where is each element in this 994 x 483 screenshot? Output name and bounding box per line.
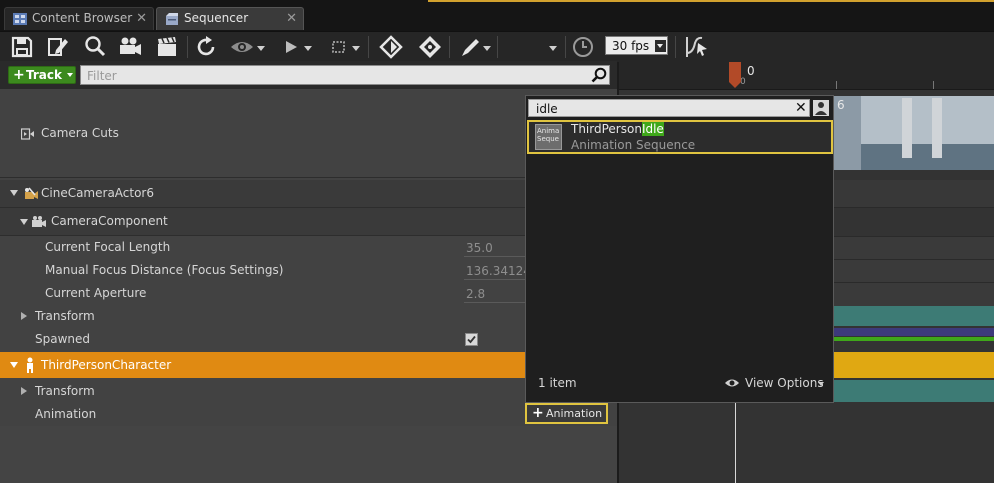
search-icon [591, 67, 607, 83]
result-count: 1 item [538, 376, 577, 390]
property-value[interactable]: 35.0 [466, 241, 493, 255]
camera-cut-thumbnail[interactable]: 6 [834, 96, 994, 170]
thumbnail-text: Anima Seque [537, 127, 560, 143]
asset-search-field[interactable]: ✕ [528, 99, 810, 117]
curve-editor-icon[interactable] [684, 35, 710, 61]
transform-section[interactable] [834, 380, 994, 402]
chevron-down-icon [655, 40, 666, 52]
create-camera-icon[interactable] [156, 35, 180, 61]
selection-icon[interactable] [330, 35, 348, 61]
keyframe-icon[interactable] [379, 35, 403, 61]
sequencer-icon [165, 13, 179, 26]
chevron-down-icon [67, 73, 73, 77]
sequencer-toolbar: 30 fps [0, 31, 994, 93]
track-lane[interactable] [834, 259, 994, 283]
fps-value: 30 fps [612, 39, 650, 53]
expand-arrow-icon[interactable] [20, 219, 28, 225]
chevron-down-icon[interactable] [304, 46, 312, 51]
result-type: Animation Sequence [571, 138, 696, 152]
save-icon[interactable] [10, 35, 34, 61]
spawned-label: Spawned [35, 332, 91, 346]
transform-label: Transform [35, 384, 95, 398]
add-animation-label: Animation [546, 407, 603, 420]
chevron-down-icon[interactable] [257, 46, 265, 51]
tab-label: Sequencer [184, 11, 249, 25]
outliner-empty-area [0, 426, 617, 483]
tab-content-browser[interactable]: Content Browser ✕ [4, 7, 154, 30]
track-lane[interactable] [834, 282, 994, 306]
result-name-match: Idle [641, 122, 664, 136]
visibility-icon[interactable] [230, 35, 254, 61]
filter-field[interactable] [80, 65, 610, 85]
add-animation-button[interactable]: + Animation [525, 403, 608, 424]
camera-cuts-label: Camera Cuts [41, 126, 119, 140]
play-icon[interactable] [283, 35, 301, 61]
expand-arrow-icon[interactable] [10, 362, 18, 368]
asset-search-input[interactable] [534, 101, 788, 117]
property-label: Manual Focus Distance (Focus Settings) [45, 263, 284, 277]
camera-component-icon [31, 214, 47, 230]
property-value[interactable]: 136.341248 [466, 264, 527, 278]
camera-cut-label: 6 [837, 98, 845, 112]
save-as-icon[interactable] [46, 35, 70, 61]
property-value[interactable]: 2.8 [466, 287, 485, 301]
result-name: ThirdPersonIdle [571, 122, 664, 136]
add-track-button[interactable]: + Track [8, 66, 76, 84]
render-movie-icon[interactable] [118, 35, 142, 61]
spawned-section[interactable] [834, 328, 994, 336]
tab-label: Content Browser [32, 11, 133, 25]
tab-sequencer[interactable]: Sequencer ✕ [156, 7, 304, 30]
plus-icon: + [13, 67, 25, 83]
chevron-down-icon[interactable] [483, 46, 491, 51]
fps-select[interactable]: 30 fps [605, 36, 668, 55]
transform-icon[interactable] [418, 35, 442, 61]
expand-arrow-icon[interactable] [10, 190, 18, 196]
refresh-icon[interactable] [195, 35, 219, 61]
tab-bar: Content Browser ✕ Sequencer ✕ [0, 0, 994, 31]
property-label: Current Focal Length [45, 240, 171, 254]
content-browser-icon [13, 13, 27, 25]
expand-arrow-icon[interactable] [21, 312, 27, 320]
find-asset-icon[interactable] [83, 35, 107, 61]
cine-camera-icon [23, 186, 39, 202]
clear-search-icon[interactable]: ✕ [795, 100, 807, 116]
chevron-down-icon[interactable] [818, 382, 824, 386]
user-filter-icon[interactable] [813, 100, 829, 116]
camera-component-label: CameraComponent [51, 214, 168, 228]
playhead-line [735, 403, 736, 483]
track-lane[interactable] [834, 236, 994, 260]
property-label: Current Aperture [45, 286, 147, 300]
chevron-down-icon[interactable] [352, 46, 360, 51]
filter-input[interactable] [85, 68, 579, 84]
clock-icon [571, 35, 595, 61]
current-frame-label: 0 [747, 64, 755, 78]
active-window-border [428, 0, 994, 2]
animation-thumbnail: Anima Seque [535, 124, 562, 150]
expand-arrow-icon[interactable] [21, 387, 27, 395]
camera-cuts-icon [21, 127, 35, 141]
eye-icon [724, 377, 740, 389]
close-icon[interactable]: ✕ [286, 11, 297, 26]
character-label: ThirdPersonCharacter [41, 358, 172, 372]
animation-label: Animation [35, 407, 97, 421]
asset-result-item[interactable]: Anima Seque ThirdPersonIdle Animation Se… [527, 120, 833, 154]
transform-section[interactable] [834, 306, 994, 326]
character-icon [23, 357, 37, 373]
chevron-down-icon[interactable] [549, 46, 557, 51]
character-section[interactable] [834, 352, 994, 378]
plus-icon: + [532, 405, 544, 421]
track-lane[interactable] [834, 180, 994, 208]
time-ruler[interactable]: 0 0 [619, 61, 994, 90]
playhead-handle[interactable] [729, 62, 741, 88]
spawned-checkbox[interactable] [465, 333, 478, 346]
spawned-bar [834, 337, 994, 341]
view-options-button[interactable]: View Options [745, 376, 824, 390]
close-icon[interactable]: ✕ [136, 11, 147, 26]
result-name-prefix: ThirdPerson [571, 122, 642, 136]
add-track-label: Track [26, 68, 62, 82]
cine-camera-label: CineCameraActor6 [41, 186, 155, 200]
curve-edit-icon[interactable] [459, 35, 483, 61]
transform-label: Transform [35, 309, 95, 323]
